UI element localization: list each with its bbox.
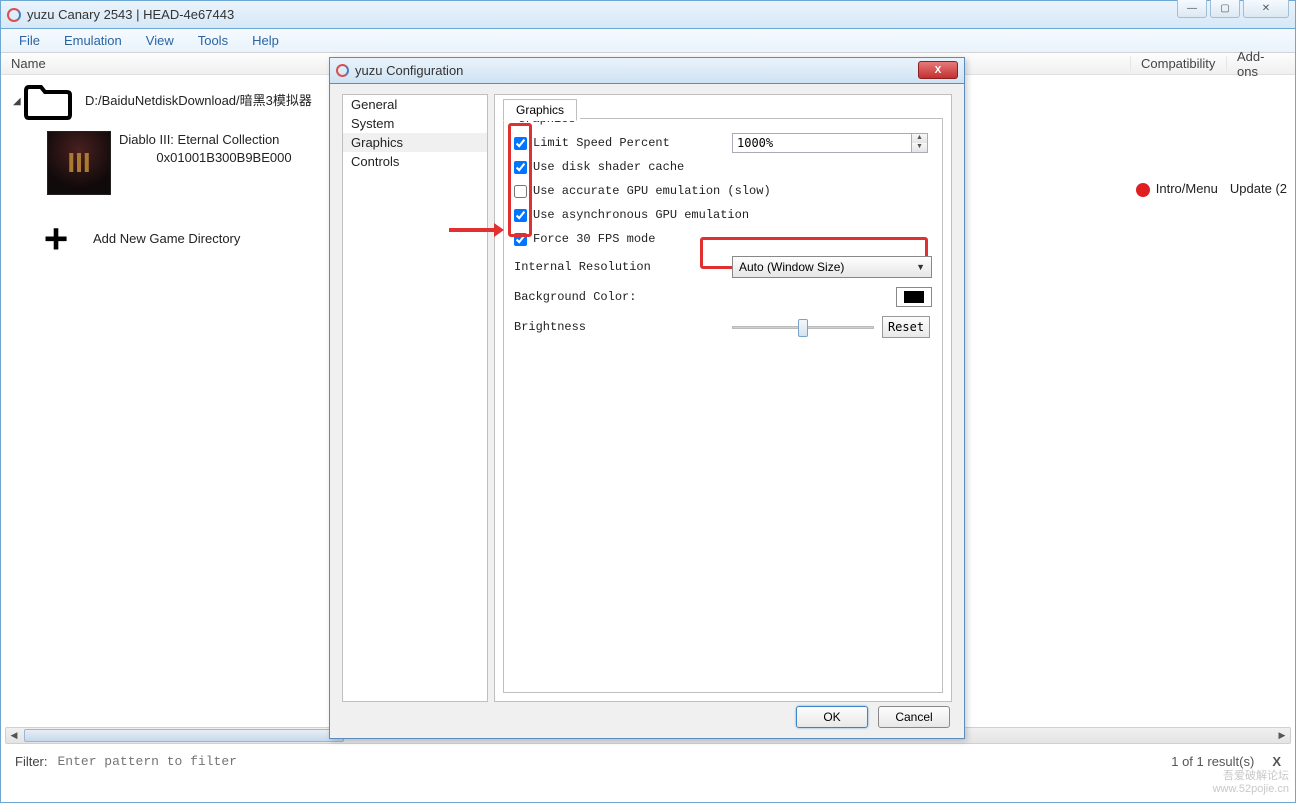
- close-button[interactable]: ✕: [1243, 0, 1289, 18]
- limit-speed-label: Limit Speed Percent: [533, 136, 732, 150]
- color-swatch-icon: [904, 291, 924, 303]
- config-content: Graphics Graphics Limit Speed Percent ▲▼: [494, 94, 952, 702]
- status-dot-icon: [1136, 183, 1150, 197]
- nav-controls[interactable]: Controls: [343, 152, 487, 171]
- internal-res-label: Internal Resolution: [514, 260, 732, 274]
- filter-bar: Filter: 1 of 1 result(s) X: [5, 748, 1291, 774]
- bg-color-button[interactable]: [896, 287, 932, 307]
- dialog-logo-icon: [336, 64, 349, 77]
- filter-results: 1 of 1 result(s): [1171, 754, 1262, 769]
- caret-icon: ◢: [9, 96, 19, 107]
- menu-tools[interactable]: Tools: [188, 31, 238, 50]
- brightness-label: Brightness: [514, 320, 732, 334]
- nav-graphics[interactable]: Graphics: [343, 133, 487, 152]
- menu-emulation[interactable]: Emulation: [54, 31, 132, 50]
- disk-shader-checkbox[interactable]: [514, 161, 527, 174]
- dialog-titlebar: yuzu Configuration X: [330, 58, 964, 84]
- brightness-slider[interactable]: [732, 317, 874, 337]
- column-addons[interactable]: Add-ons: [1227, 49, 1295, 79]
- menubar: File Emulation View Tools Help: [1, 29, 1295, 53]
- scrollbar-thumb[interactable]: [24, 729, 344, 742]
- game-label: Diablo III: Eternal Collection 0x01001B3…: [119, 131, 329, 167]
- tab-graphics[interactable]: Graphics: [503, 99, 577, 121]
- menu-help[interactable]: Help: [242, 31, 289, 50]
- accurate-gpu-checkbox[interactable]: [514, 185, 527, 198]
- titlebar: yuzu Canary 2543 | HEAD-4e67443 — ▢ ✕: [1, 1, 1295, 29]
- game-icon: III: [47, 131, 111, 195]
- dialog-title: yuzu Configuration: [355, 63, 463, 78]
- async-gpu-checkbox[interactable]: [514, 209, 527, 222]
- reset-button[interactable]: Reset: [882, 316, 930, 338]
- chevron-down-icon: ▼: [916, 262, 925, 272]
- addon-cell: Update (2: [1230, 181, 1287, 196]
- slider-thumb[interactable]: [798, 319, 808, 337]
- speed-spinner[interactable]: ▲▼: [732, 133, 932, 153]
- game-title: Diablo III: Eternal Collection: [119, 131, 329, 149]
- graphics-group: Graphics Limit Speed Percent ▲▼ Use: [503, 118, 943, 693]
- speed-input[interactable]: [732, 133, 912, 153]
- maximize-button[interactable]: ▢: [1210, 0, 1240, 18]
- filter-clear-button[interactable]: X: [1262, 754, 1291, 769]
- minimize-button[interactable]: —: [1177, 0, 1207, 18]
- folder-icon: [19, 79, 77, 123]
- column-compat[interactable]: Compatibility: [1131, 56, 1227, 71]
- accurate-gpu-label: Use accurate GPU emulation (slow): [533, 184, 932, 198]
- status-cell: Intro/Menu: [1136, 181, 1218, 197]
- internal-res-combo[interactable]: Auto (Window Size) ▼: [732, 256, 932, 278]
- folder-path-label: D:/BaiduNetdiskDownload/暗黑3模拟器: [85, 92, 312, 110]
- limit-speed-checkbox[interactable]: [514, 137, 527, 150]
- internal-res-value: Auto (Window Size): [739, 260, 844, 274]
- red-arrow-annotation: [449, 220, 504, 240]
- cancel-button[interactable]: Cancel: [878, 706, 950, 728]
- force-30fps-label: Force 30 FPS mode: [533, 232, 932, 246]
- watermark: 吾爱破解论坛 www.52pojie.cn: [1213, 770, 1289, 796]
- config-nav: General System Graphics Controls: [342, 94, 488, 702]
- filter-label: Filter:: [5, 754, 54, 769]
- game-id: 0x01001B300B9BE000: [119, 149, 329, 167]
- bg-color-label: Background Color:: [514, 290, 732, 304]
- async-gpu-label: Use asynchronous GPU emulation: [533, 208, 932, 222]
- nav-general[interactable]: General: [343, 95, 487, 114]
- window-title: yuzu Canary 2543 | HEAD-4e67443: [27, 7, 234, 22]
- menu-file[interactable]: File: [9, 31, 50, 50]
- force-30fps-checkbox[interactable]: [514, 233, 527, 246]
- filter-input[interactable]: [54, 754, 1172, 769]
- spinner-down-icon[interactable]: ▼: [912, 143, 927, 152]
- plus-icon: +: [27, 215, 85, 263]
- disk-shader-label: Use disk shader cache: [533, 160, 932, 174]
- app-logo-icon: [7, 8, 21, 22]
- window-controls: — ▢ ✕: [1177, 0, 1289, 18]
- ok-button[interactable]: OK: [796, 706, 868, 728]
- menu-view[interactable]: View: [136, 31, 184, 50]
- nav-system[interactable]: System: [343, 114, 487, 133]
- config-dialog: yuzu Configuration X General System Grap…: [329, 57, 965, 739]
- spinner-up-icon[interactable]: ▲: [912, 134, 927, 143]
- dialog-close-button[interactable]: X: [918, 61, 958, 79]
- add-directory-label: Add New Game Directory: [93, 230, 240, 248]
- scroll-left-icon[interactable]: ◀: [6, 728, 22, 743]
- scroll-right-icon[interactable]: ▶: [1274, 728, 1290, 743]
